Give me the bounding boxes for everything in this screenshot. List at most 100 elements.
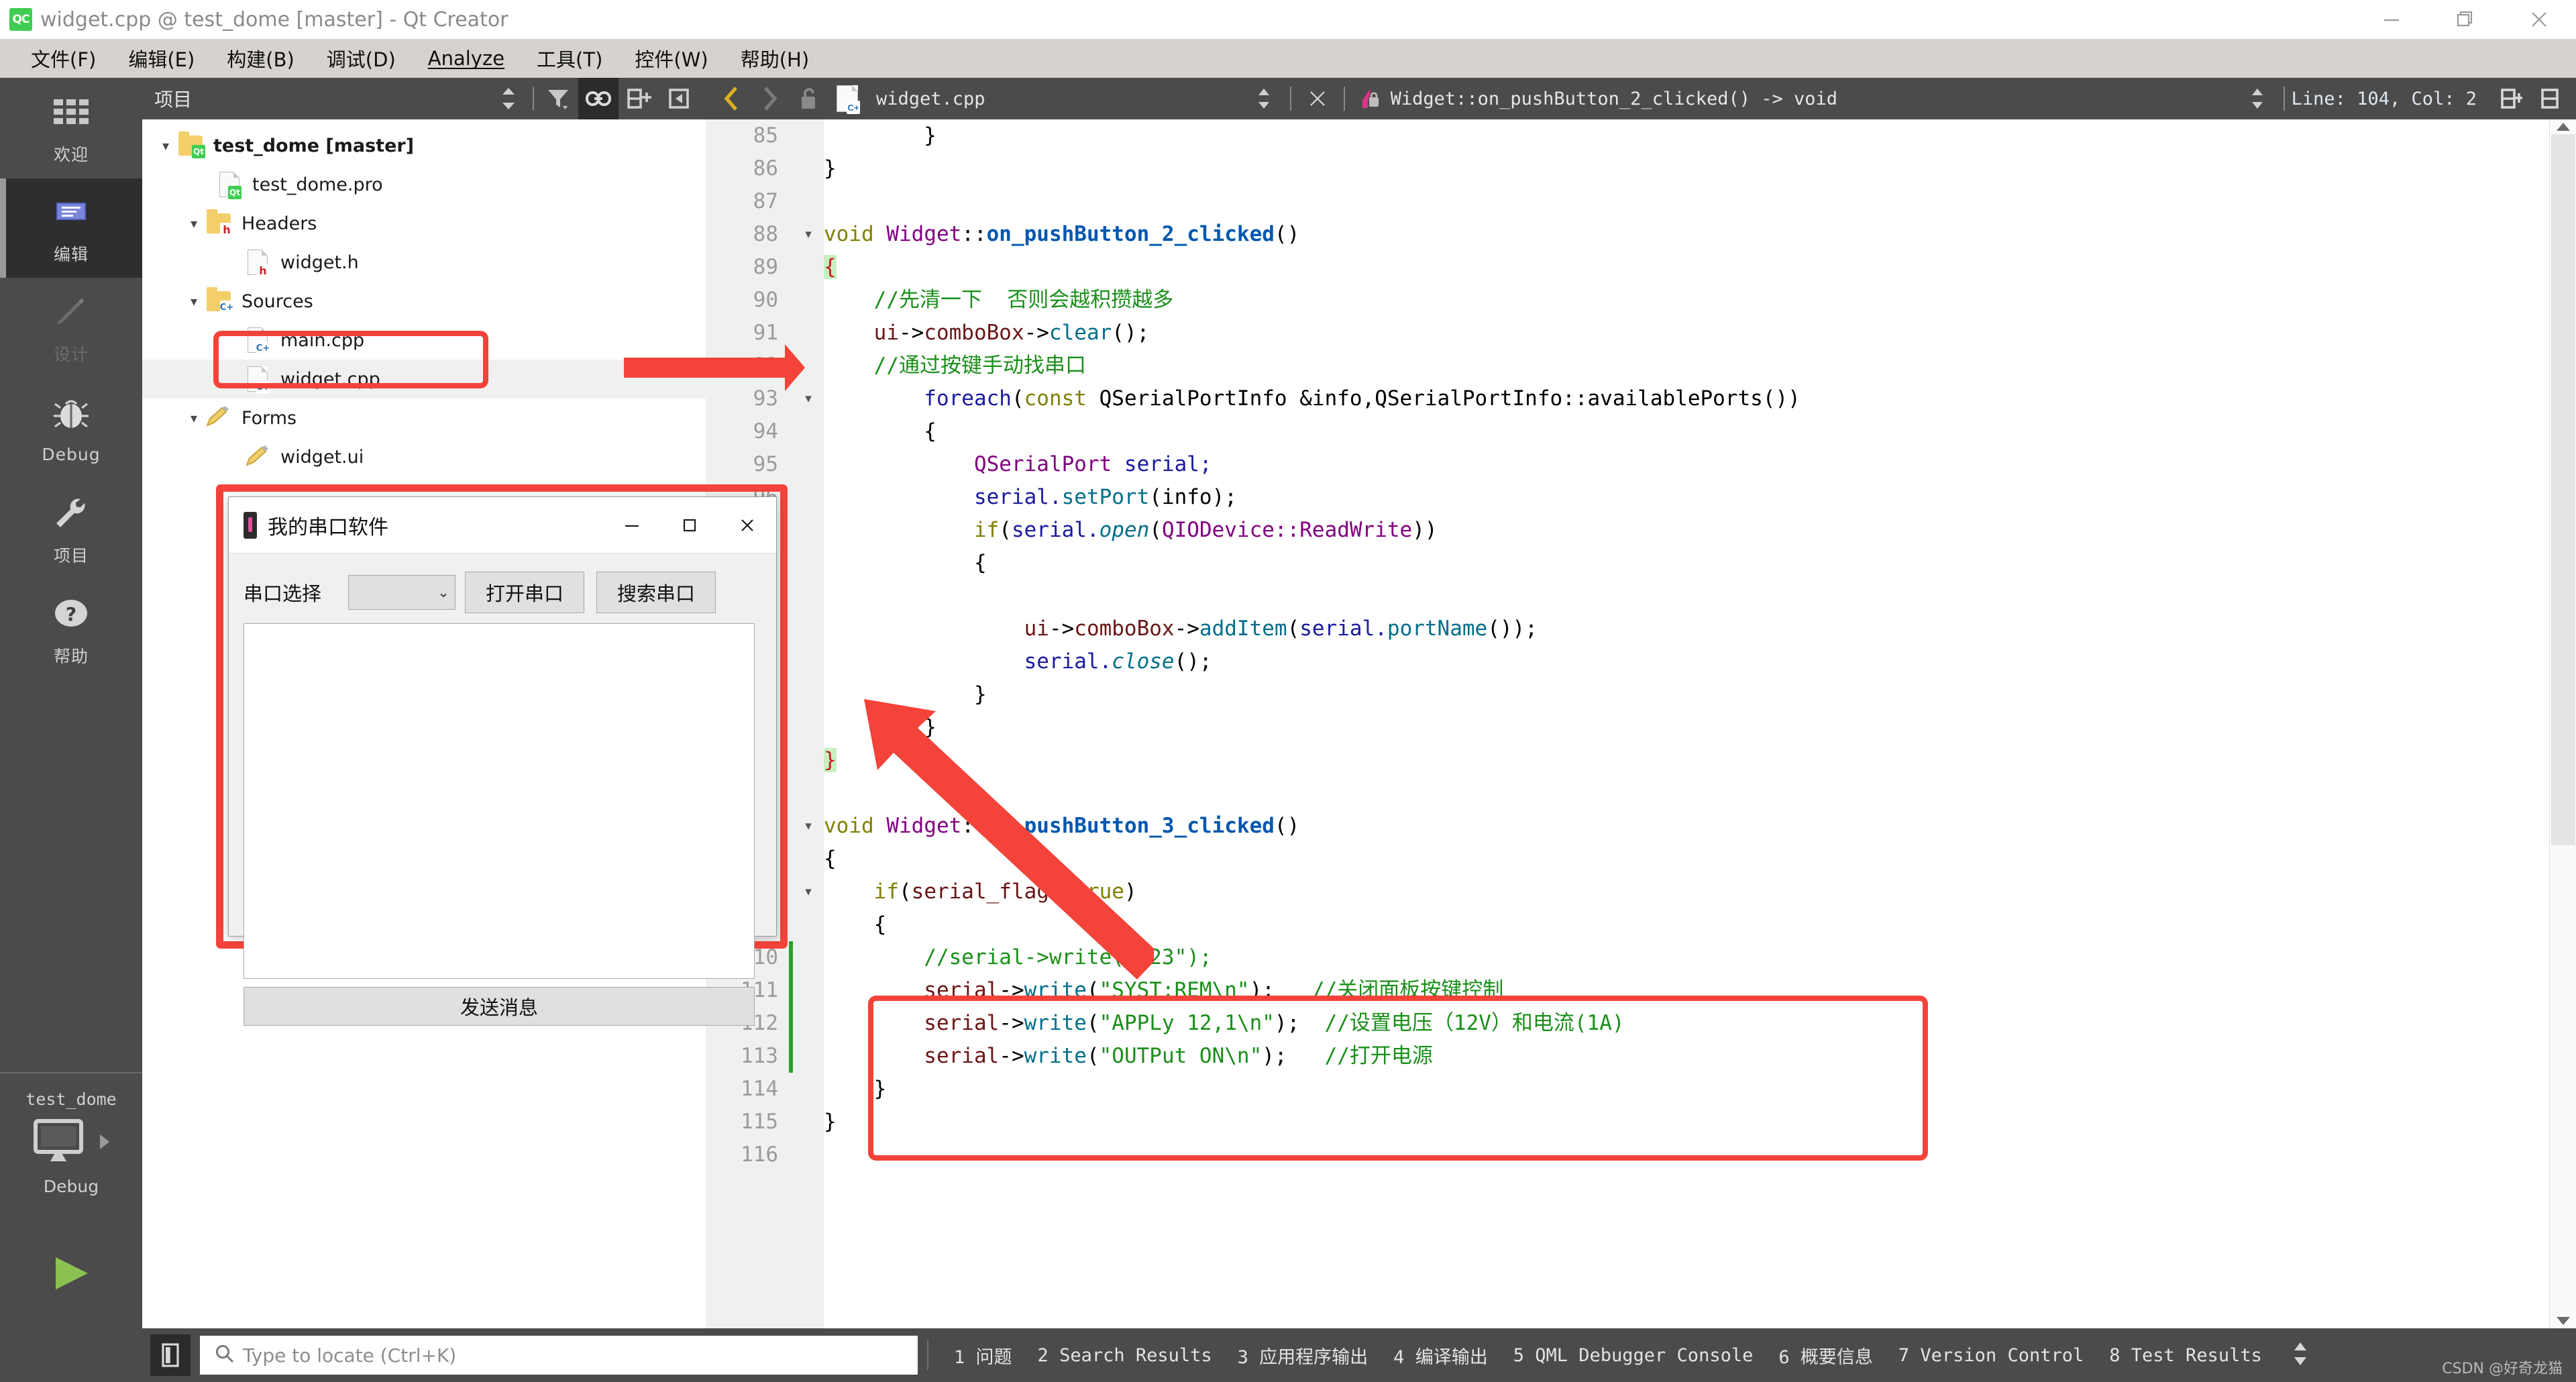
code-line[interactable]: {	[824, 415, 2576, 448]
menu-item-help[interactable]: 帮助(H)	[724, 40, 825, 76]
code-line[interactable]: {	[824, 251, 2576, 284]
code-line[interactable]: serial.setPort(info);	[824, 481, 2576, 514]
menu-item-build[interactable]: 构建(B)	[211, 40, 311, 76]
code-line[interactable]: QSerialPort serial;	[824, 448, 2576, 481]
chevron-down-icon[interactable]: ▾	[154, 138, 177, 154]
serial-app-window[interactable]: 我的串口软件 串口选择 ⌄ 打开串口 搜索串口 发送消息	[228, 496, 777, 1026]
fold-toggle-icon[interactable]: ▾	[793, 875, 824, 908]
up-down-icon[interactable]	[2238, 78, 2277, 119]
code-line[interactable]	[824, 185, 2576, 218]
code-line[interactable]: ui->comboBox->addItem(serial.portName())…	[824, 613, 2576, 645]
output-tab-version-control[interactable]: 7 Version Control	[1898, 1345, 2084, 1366]
code-line[interactable]: }	[824, 1073, 2576, 1106]
code-line[interactable]: serial->write("OUTPut ON\n"); //打开电源	[824, 1040, 2576, 1073]
code-line[interactable]: }	[824, 744, 2576, 777]
unlock-icon[interactable]	[789, 78, 828, 119]
tree-item-headers[interactable]: ▾ h Headers	[142, 204, 706, 243]
link-icon[interactable]	[578, 78, 619, 119]
code-line[interactable]: //serial->write("123");	[824, 941, 2576, 974]
up-down-icon[interactable]	[2292, 1341, 2309, 1370]
close-icon[interactable]	[718, 497, 776, 553]
menu-item-file[interactable]: 文件(F)	[15, 40, 112, 76]
menu-item-debug[interactable]: 调试(D)	[311, 40, 412, 76]
split-icon[interactable]	[2530, 78, 2569, 119]
code-text-area[interactable]: 8586878889909192939495969798991001011021…	[706, 119, 2576, 1328]
fold-toggle-icon[interactable]: ▾	[793, 810, 824, 843]
mode-item-debug[interactable]: Debug	[0, 378, 142, 479]
fold-toggle-icon[interactable]: ▾	[793, 382, 824, 415]
code-line[interactable]: serial->write("APPLy 12,1\n"); //设置电压（12…	[824, 1007, 2576, 1040]
code-line[interactable]: ui->comboBox->clear();	[824, 317, 2576, 350]
fold-toggle-icon[interactable]: ▾	[793, 218, 824, 251]
output-tab-qml-console[interactable]: 5 QML Debugger Console	[1513, 1345, 1754, 1366]
code-line[interactable]: if(serial_flag==true)	[824, 875, 2576, 908]
tree-item-sources[interactable]: ▾ C+ Sources	[142, 282, 706, 321]
code-line[interactable]: //先清一下 否则会越积攒越多	[824, 284, 2576, 317]
chevron-down-icon[interactable]: ▾	[182, 215, 205, 231]
up-down-icon[interactable]	[1244, 78, 1283, 119]
mode-item-welcome[interactable]: 欢迎	[0, 78, 142, 178]
code-line[interactable]: {	[824, 547, 2576, 580]
mode-item-edit[interactable]: 编辑	[0, 178, 142, 278]
output-tab-general-msgs[interactable]: 6 概要信息	[1778, 1342, 1873, 1369]
code-line[interactable]	[824, 777, 2576, 810]
serial-log-textarea[interactable]	[244, 623, 755, 979]
menu-item-analyze[interactable]: Analyze	[412, 43, 521, 74]
minimize-icon[interactable]	[603, 497, 661, 553]
restore-icon[interactable]	[2428, 0, 2502, 39]
minimize-icon[interactable]	[2355, 0, 2428, 39]
kit-selector[interactable]: test_dome Debug	[0, 1073, 142, 1196]
mode-item-projects[interactable]: 项目	[0, 479, 142, 580]
menu-item-tools[interactable]: 工具(T)	[521, 40, 619, 76]
vertical-scrollbar[interactable]	[2549, 119, 2576, 1328]
search-serial-port-button[interactable]: 搜索串口	[596, 572, 716, 613]
code-line[interactable]	[824, 1138, 2576, 1171]
source-code[interactable]: }} void Widget::on_pushButton_2_clicked(…	[824, 119, 2576, 1328]
output-tab-compile-output[interactable]: 4 编译输出	[1393, 1342, 1488, 1369]
code-line[interactable]: {	[824, 908, 2576, 941]
code-line[interactable]: serial->write("SYST:REM\n"); //关闭面板按键控制	[824, 974, 2576, 1007]
output-tab-test-results[interactable]: 8 Test Results	[2109, 1345, 2262, 1366]
code-line[interactable]: }	[824, 711, 2576, 744]
output-tab-search-results[interactable]: 2 Search Results	[1038, 1345, 1212, 1366]
collapse-icon[interactable]	[659, 78, 699, 119]
chevron-left-icon[interactable]	[711, 78, 750, 119]
code-line[interactable]: {	[824, 843, 2576, 875]
tree-item-forms[interactable]: ▾ Forms	[142, 398, 706, 437]
toggle-sidebar-icon[interactable]	[150, 1334, 191, 1376]
editor-symbol-selector[interactable]: Widget::on_pushButton_2_clicked() -> voi…	[1391, 89, 1837, 109]
code-line[interactable]: //通过按键手动找串口	[824, 350, 2576, 382]
mode-item-design[interactable]: 设计	[0, 278, 142, 378]
output-tab-issues[interactable]: 1 问题	[954, 1342, 1012, 1369]
code-line[interactable]: void Widget::on_pushButton_2_clicked()	[824, 218, 2576, 251]
close-icon[interactable]	[1298, 78, 1337, 119]
menu-item-edit[interactable]: 编辑(E)	[112, 40, 211, 76]
tree-item-widget-cpp[interactable]: ▾ C+ widget.cpp	[142, 360, 706, 398]
chevron-right-icon[interactable]	[97, 1133, 112, 1154]
scroll-up-arrow-icon[interactable]	[2550, 119, 2576, 134]
filter-icon[interactable]	[538, 78, 578, 119]
tree-item-pro-file[interactable]: ▾ Qt test_dome.pro	[142, 165, 706, 204]
code-line[interactable]: }	[824, 152, 2576, 185]
chevron-down-icon[interactable]: ▾	[182, 293, 205, 309]
split-add-icon[interactable]	[619, 78, 659, 119]
code-line[interactable]: }	[824, 678, 2576, 711]
code-line[interactable]: }	[824, 119, 2576, 152]
send-message-button[interactable]: 发送消息	[244, 987, 755, 1026]
code-line[interactable]: foreach(const QSerialPortInfo &info,QSer…	[824, 382, 2576, 415]
output-tab-app-output[interactable]: 3 应用程序输出	[1238, 1342, 1368, 1369]
code-line[interactable]: serial.close();	[824, 645, 2576, 678]
code-line[interactable]: }	[824, 1106, 2576, 1138]
close-icon[interactable]	[2502, 0, 2576, 39]
up-down-icon[interactable]	[488, 78, 529, 119]
tree-item-project[interactable]: ▾ Qt test_dome [master]	[142, 126, 706, 165]
code-line[interactable]	[824, 580, 2576, 613]
code-line[interactable]: void Widget::on_pushButton_3_clicked()	[824, 810, 2576, 843]
maximize-icon[interactable]	[661, 497, 718, 553]
locator-input[interactable]: Type to locate (Ctrl+K)	[200, 1336, 918, 1375]
scroll-down-arrow-icon[interactable]	[2550, 1314, 2576, 1328]
code-line[interactable]: if(serial.open(QIODevice::ReadWrite))	[824, 514, 2576, 547]
tree-item-main-cpp[interactable]: ▾ C+ main.cpp	[142, 321, 706, 360]
chevron-right-icon[interactable]	[750, 78, 789, 119]
tree-item-widget-h[interactable]: ▾ h widget.h	[142, 243, 706, 282]
